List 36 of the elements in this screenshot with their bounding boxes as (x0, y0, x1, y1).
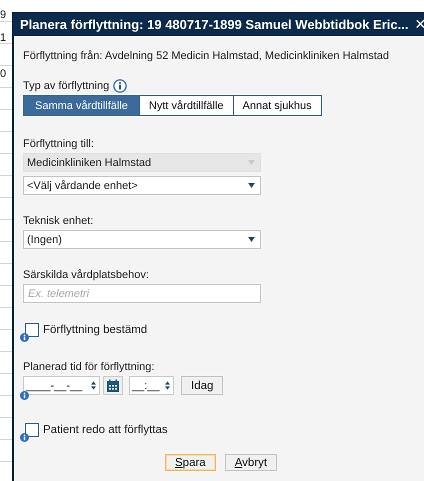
dropdown-field[interactable]: (Ingen) (23, 230, 261, 249)
time-field[interactable]: __:__ (129, 376, 174, 395)
checkbox-label: Patient redo att förflyttas (43, 424, 168, 436)
info-icon[interactable] (20, 433, 29, 442)
cancel-button[interactable]: Avbryt (224, 454, 278, 471)
transfer-type-tab[interactable]: Samma vårdtillfälle (23, 95, 140, 116)
field-label: Planerad tid för förflyttning: (23, 361, 156, 373)
calendar-button[interactable] (103, 376, 123, 395)
checkbox[interactable] (25, 323, 39, 337)
today-button[interactable]: Idag (181, 376, 224, 395)
save-button[interactable]: Spara (165, 454, 216, 471)
transfer-type-tab[interactable]: Annat sjukhus (232, 95, 322, 116)
caret-icon (248, 183, 255, 188)
calendar-icon (106, 378, 120, 392)
field-label: Särskilda vårdplatsbehov: (23, 269, 150, 281)
field-label: Förflyttning till: (23, 138, 95, 150)
transfer-type-tab[interactable]: Nytt vårdtillfälle (138, 95, 234, 116)
background-text: 1 (0, 33, 8, 44)
checkbox-label: Förflyttning bestämd (43, 324, 148, 336)
field-label: Typ av förflyttning (23, 80, 110, 92)
field-label: Teknisk enhet: (23, 215, 94, 227)
input-field[interactable]: Ex. telemetri (23, 284, 261, 303)
caret-icon (248, 237, 255, 242)
background-text: 9 (0, 10, 8, 21)
window-title: Planera förflyttning: 19 480717-1899 Samuel Webbtidbok Eric... (20, 16, 408, 32)
transfer-from-text: Förflyttning från: Avdelning 52 Medicin Halmstad, Medicinkliniken Halmstad (23, 50, 390, 62)
dropdown-field[interactable]: <Välj vårdande enhet> (23, 176, 261, 195)
spinner-icon (91, 381, 96, 390)
info-icon[interactable] (113, 79, 128, 93)
date-field[interactable]: ____-__-__ (23, 376, 100, 395)
spinner-icon (165, 381, 170, 390)
checkbox[interactable] (25, 423, 39, 437)
background-text: 0 (0, 69, 8, 80)
info-icon[interactable] (20, 333, 29, 342)
caret-icon (248, 160, 255, 165)
info-icon[interactable] (20, 391, 29, 400)
